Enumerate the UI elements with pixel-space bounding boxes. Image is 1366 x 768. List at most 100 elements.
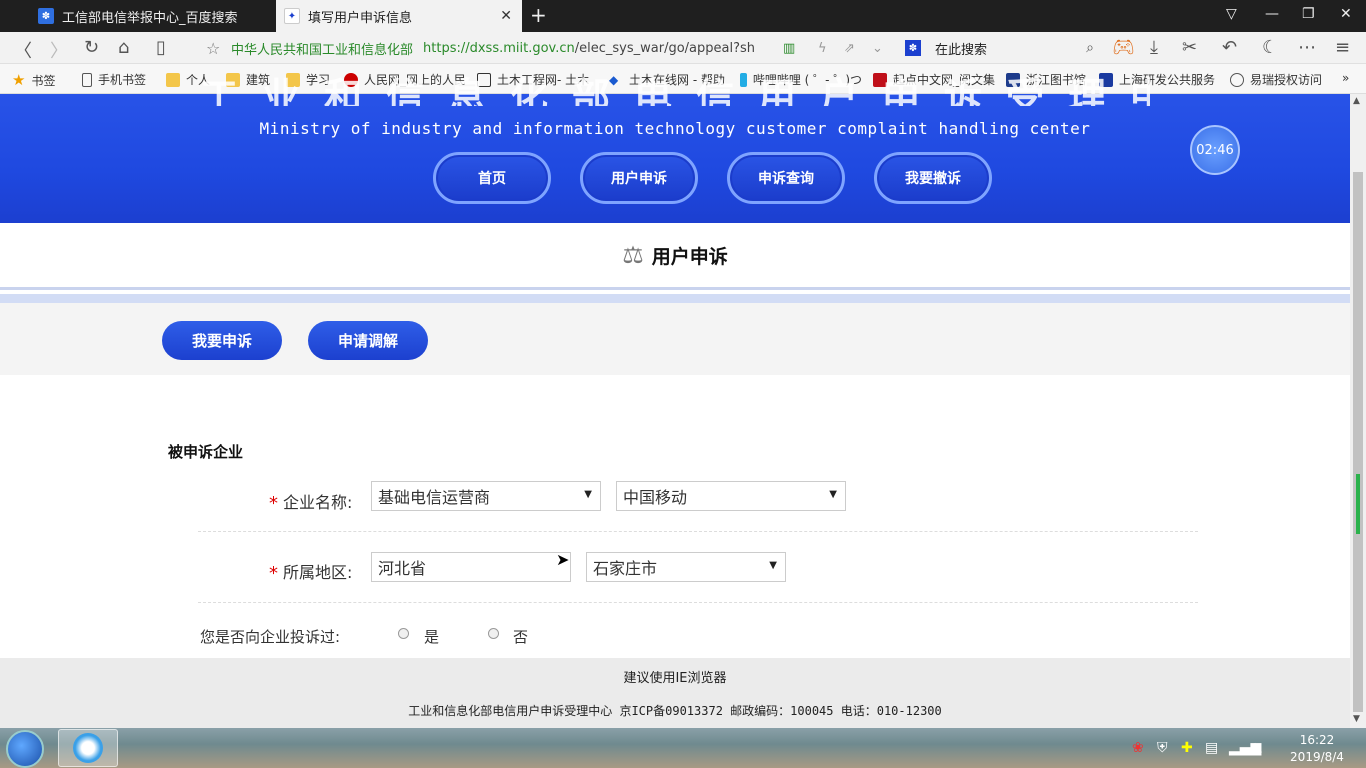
volume-muted-icon[interactable]: 🔇︎ bbox=[1254, 740, 1263, 756]
more-icon[interactable]: ⋯ bbox=[1298, 37, 1316, 58]
section-header: ⚖ 用户申诉 bbox=[0, 223, 1350, 287]
company-name-select[interactable]: 中国移动 ▼ bbox=[616, 481, 846, 511]
system-clock[interactable]: 16:22 2019/8/4 bbox=[1282, 732, 1352, 766]
region-label: 所属地区: bbox=[283, 563, 353, 582]
nav-withdraw-button[interactable]: 我要撤诉 bbox=[874, 152, 992, 204]
menu-icon[interactable]: ≡ bbox=[1335, 37, 1350, 58]
province-select[interactable]: 河北省 bbox=[371, 552, 571, 582]
clipboard-icon[interactable]: ▤ bbox=[1205, 740, 1218, 756]
request-mediation-button[interactable]: 申请调解 bbox=[308, 321, 428, 360]
section-title: 用户申诉 bbox=[651, 245, 728, 268]
dropdown-arrow-icon: ▼ bbox=[829, 489, 837, 500]
baidu-search-engine-icon[interactable]: ✽ bbox=[905, 40, 921, 56]
dropdown-arrow-icon: ▼ bbox=[769, 560, 777, 571]
file-appeal-button[interactable]: 我要申诉 bbox=[162, 321, 282, 360]
dropdown-arrow-icon: ▼ bbox=[584, 489, 592, 500]
mouse-cursor-icon: ➤ bbox=[556, 550, 570, 569]
close-window-icon[interactable]: ✕ bbox=[1340, 6, 1352, 22]
appeal-form: 被申诉企业 * 企业名称: 基础电信运营商 ▼ 中国移动 ▼ * 所属地区: 河北省… bbox=[0, 375, 1350, 658]
reader-mode-icon[interactable]: ▥ bbox=[783, 41, 795, 56]
scroll-indicator bbox=[1356, 474, 1360, 534]
page-scrollbar[interactable]: ▲ ▼ bbox=[1350, 94, 1366, 728]
new-tab-icon[interactable]: + bbox=[530, 3, 547, 27]
tab-baidu-search[interactable]: ✽ 工信部电信举报中心_百度搜索 bbox=[0, 0, 276, 32]
download-icon[interactable]: ⤓ bbox=[1150, 37, 1158, 58]
site-identity: 中华人民共和国工业和信息化部 bbox=[231, 42, 414, 58]
company-type-select[interactable]: 基础电信运营商 ▼ bbox=[371, 481, 601, 511]
nav-home-button[interactable]: 首页 bbox=[433, 152, 551, 204]
browser-app-icon bbox=[73, 733, 103, 763]
footer-info: 工业和信息化部电信用户申诉受理中心 京ICP备09013372 邮政编码：100… bbox=[408, 704, 942, 718]
bookmark-item[interactable]: ★ 书签 bbox=[12, 71, 55, 89]
address-toolbar: 〈 〉 ↻ ⌂ ▯ ☆ 中华人民共和国工业和信息化部 https://dxss.… bbox=[0, 32, 1366, 64]
night-mode-icon[interactable]: ☾ bbox=[1262, 37, 1278, 58]
taskbar-browser-app[interactable] bbox=[58, 729, 118, 767]
star-bookmark-icon[interactable]: ☆ bbox=[206, 39, 220, 58]
company-label: 企业名称: bbox=[283, 493, 353, 512]
radio-no-label: 否 bbox=[513, 628, 529, 646]
back-icon[interactable]: 〈 bbox=[14, 37, 32, 63]
minimize-icon[interactable]: — bbox=[1265, 6, 1279, 22]
shirt-skin-icon[interactable]: ▽ bbox=[1226, 6, 1237, 22]
radio-yes[interactable] bbox=[398, 628, 409, 639]
complained-before-label: 您是否向企业投诉过: bbox=[200, 628, 341, 646]
start-button[interactable] bbox=[6, 730, 44, 768]
restore-icon[interactable]: ❐ bbox=[1302, 6, 1315, 22]
browser-tab-bar: ✽ 工信部电信举报中心_百度搜索 ✦ 填写用户申诉信息 ✕ + ▽ — ❐ ✕ bbox=[0, 0, 1366, 32]
windows-taskbar: ❀ ⛨ ✚ ▤ ▂▄▆ 🔇︎ 16:22 2019/8/4 bbox=[0, 728, 1366, 768]
bookmark-item[interactable]: 易瑞授权访问 bbox=[1230, 71, 1340, 88]
scissors-icon[interactable]: ✂ bbox=[1182, 37, 1197, 58]
tab-label: 工信部电信举报中心_百度搜索 bbox=[62, 10, 238, 26]
reload-icon[interactable]: ↻ bbox=[84, 37, 99, 58]
city-select[interactable]: 石家庄市 ▼ bbox=[586, 552, 786, 582]
scroll-down-icon[interactable]: ▼ bbox=[1353, 714, 1360, 724]
nav-appeal-query-button[interactable]: 申诉查询 bbox=[727, 152, 845, 204]
globe-icon bbox=[1230, 72, 1244, 87]
site-subtitle: Ministry of industry and information tec… bbox=[259, 119, 1091, 138]
search-icon[interactable]: ⌕ bbox=[1086, 40, 1094, 56]
tab-appeal-form[interactable]: ✦ 填写用户申诉信息 ✕ bbox=[276, 0, 522, 32]
countdown-timer: 02:46 bbox=[1190, 125, 1240, 175]
home-icon[interactable]: ⌂ bbox=[118, 37, 129, 58]
action-bar: 我要申诉 申请调解 bbox=[0, 303, 1350, 375]
share-icon[interactable]: ⇗ bbox=[844, 41, 855, 56]
divider bbox=[0, 294, 1350, 303]
address-field[interactable]: ☆ 中华人民共和国工业和信息化部 https://dxss.miit.gov.c… bbox=[198, 36, 898, 60]
search-input[interactable]: 在此搜索 bbox=[935, 39, 987, 58]
phone-icon bbox=[82, 72, 92, 87]
search-box[interactable]: ✽ 在此搜索 ⌕ bbox=[905, 36, 1100, 60]
site-banner: 工业和信息化部电信用户申诉受理中心 Ministry of industry a… bbox=[0, 75, 1350, 223]
radio-yes-label: 是 bbox=[424, 628, 440, 646]
divider bbox=[198, 531, 1198, 532]
browser-recommendation: 建议使用IE浏览器 bbox=[623, 671, 727, 686]
forward-icon[interactable]: 〉 bbox=[50, 37, 68, 63]
divider bbox=[198, 602, 1198, 603]
page-footer: 建议使用IE浏览器 工业和信息化部电信用户申诉受理中心 京ICP备0901337… bbox=[0, 658, 1350, 728]
scrollbar-thumb[interactable] bbox=[1353, 172, 1363, 712]
undo-icon[interactable]: ↶ bbox=[1222, 37, 1237, 58]
clock-date: 2019/8/4 bbox=[1290, 750, 1344, 764]
close-tab-icon[interactable]: ✕ bbox=[500, 8, 512, 24]
shield-icon[interactable]: ⛨ bbox=[1157, 740, 1168, 756]
star-icon: ★ bbox=[12, 71, 26, 89]
url-path: /elec_sys_war/go/appeal?sh bbox=[574, 40, 756, 56]
scroll-up-icon[interactable]: ▲ bbox=[1353, 96, 1360, 106]
bookmark-item[interactable]: 手机书签 bbox=[82, 71, 146, 88]
chevron-down-icon[interactable]: ⌄ bbox=[872, 41, 883, 56]
reading-icon[interactable]: ▯ bbox=[156, 37, 166, 58]
gamepad-icon[interactable]: 🎮︎ bbox=[1112, 37, 1135, 58]
more-bookmarks-icon[interactable]: » bbox=[1342, 71, 1349, 85]
security-plus-icon[interactable]: ✚ bbox=[1181, 740, 1193, 756]
radio-no[interactable] bbox=[488, 628, 499, 639]
required-marker: * bbox=[269, 493, 278, 514]
url-host: https://dxss.miit.gov.cn bbox=[423, 40, 575, 56]
baidu-paw-icon: ✽ bbox=[38, 8, 54, 24]
scales-icon: ⚖ bbox=[622, 241, 644, 269]
folder-icon bbox=[166, 72, 180, 87]
tray-app-icon[interactable]: ❀ bbox=[1132, 740, 1144, 756]
nav-user-appeal-button[interactable]: 用户申诉 bbox=[580, 152, 698, 204]
lightning-icon[interactable]: ϟ bbox=[818, 41, 827, 56]
miit-logo-icon: ✦ bbox=[284, 8, 300, 24]
clock-time: 16:22 bbox=[1299, 733, 1335, 747]
site-title: 工业和信息化部电信用户申诉受理中心 bbox=[200, 75, 1150, 106]
